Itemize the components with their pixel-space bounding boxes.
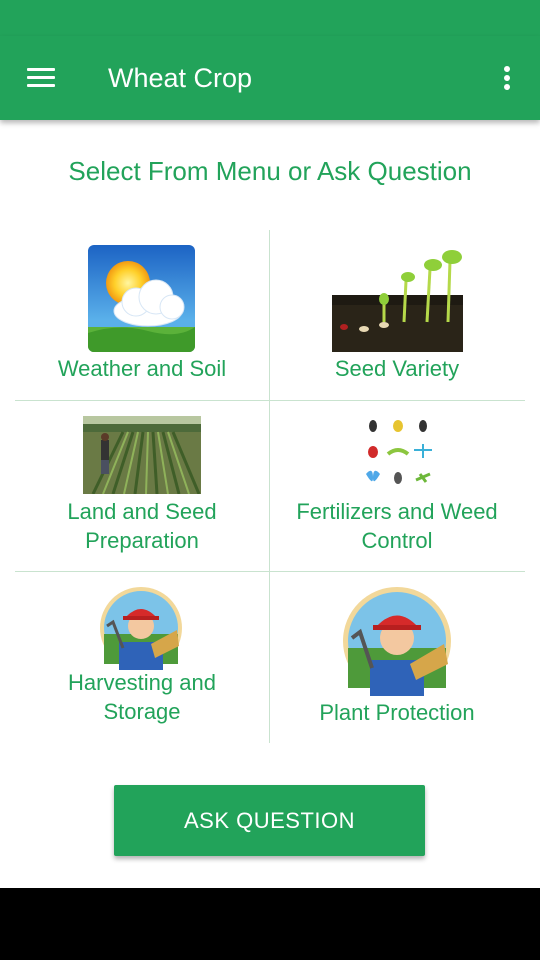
menu-item-harvesting-and-storage[interactable]: Harvesting and Storage (15, 572, 269, 743)
more-vert-icon[interactable] (496, 64, 518, 94)
seedling-sprouts-image (332, 247, 463, 352)
menu-item-seed-variety[interactable]: Seed Variety (270, 230, 524, 401)
navigation-bar (0, 888, 540, 960)
ask-question-button[interactable]: ASK QUESTION (114, 785, 425, 856)
farmer-field-image (83, 416, 201, 494)
hamburger-menu-icon[interactable] (27, 68, 57, 88)
menu-item-plant-protection[interactable]: Plant Protection (270, 572, 524, 743)
menu-item-label: Land and Seed Preparation (67, 499, 217, 553)
status-bar (0, 0, 540, 36)
menu-item-label: Seed Variety (334, 356, 460, 381)
menu-item-label: Weather and Soil (57, 356, 227, 381)
menu-item-land-and-seed-preparation[interactable]: Land and Seed Preparation (15, 401, 269, 572)
menu-item-label: Harvesting and Storage (68, 670, 216, 724)
menu-item-label: Fertilizers and Weed Control (296, 499, 498, 553)
app-title: Wheat Crop (108, 63, 253, 93)
app-bar: Wheat Crop (0, 36, 540, 120)
page-heading: Select From Menu or Ask Question (68, 156, 472, 186)
farmer-badge-image (99, 586, 183, 670)
weather-sun-cloud-icon (88, 245, 195, 352)
menu-item-fertilizers-and-weed-control[interactable]: Fertilizers and Weed Control (270, 401, 524, 572)
menu-item-weather-and-soil[interactable]: Weather and Soil (15, 230, 269, 401)
menu-item-label: Plant Protection (319, 700, 475, 725)
menu-grid: Weather and Soil Seed Variety Land and S… (15, 230, 525, 743)
insects-grid-image (362, 416, 434, 488)
farmer-badge-image (340, 586, 454, 696)
